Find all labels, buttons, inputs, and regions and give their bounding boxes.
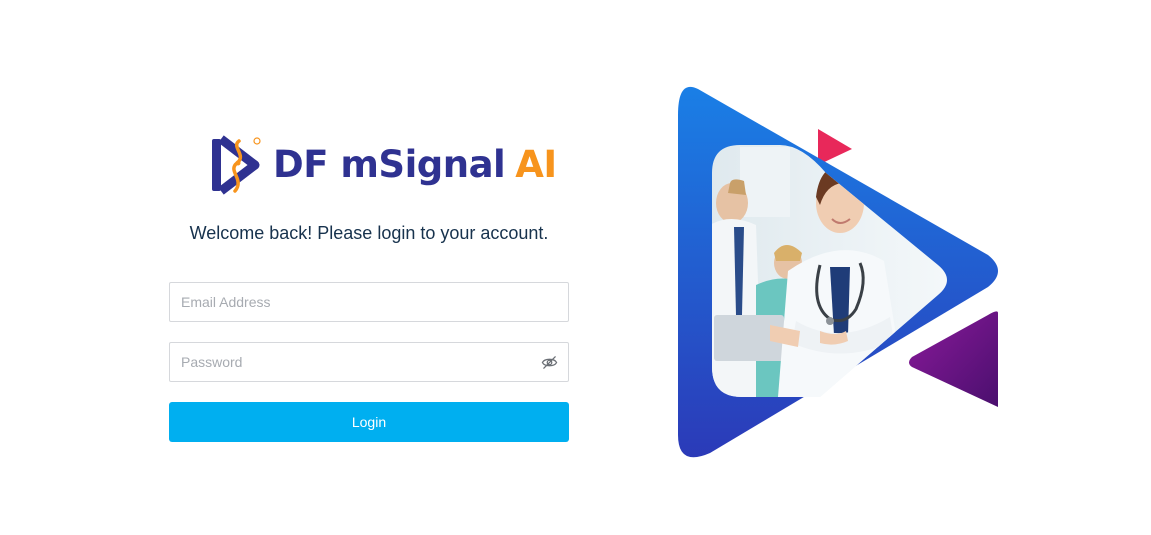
login-button[interactable]: Login — [169, 402, 569, 442]
welcome-message: Welcome back! Please login to your accou… — [189, 223, 549, 243]
login-page: DF mSignal AI Welcome back! Please login … — [0, 0, 1151, 535]
brand-wordmark: DF mSignal AI — [273, 133, 557, 197]
email-input[interactable] — [170, 283, 521, 321]
password-input[interactable] — [170, 343, 521, 381]
hero-illustration — [678, 86, 998, 458]
df-msignal-logo-icon — [212, 135, 261, 195]
login-panel: DF mSignal AI Welcome back! Please login … — [169, 0, 569, 535]
email-field-wrapper — [169, 282, 569, 322]
pink-triangle-shape — [818, 129, 852, 165]
brand-name-accent: AI — [515, 143, 557, 186]
eye-slash-icon[interactable] — [541, 354, 558, 371]
brand-logo: DF mSignal AI — [209, 133, 557, 197]
brand-name-main: DF mSignal — [273, 143, 506, 186]
password-field-wrapper — [169, 342, 569, 382]
